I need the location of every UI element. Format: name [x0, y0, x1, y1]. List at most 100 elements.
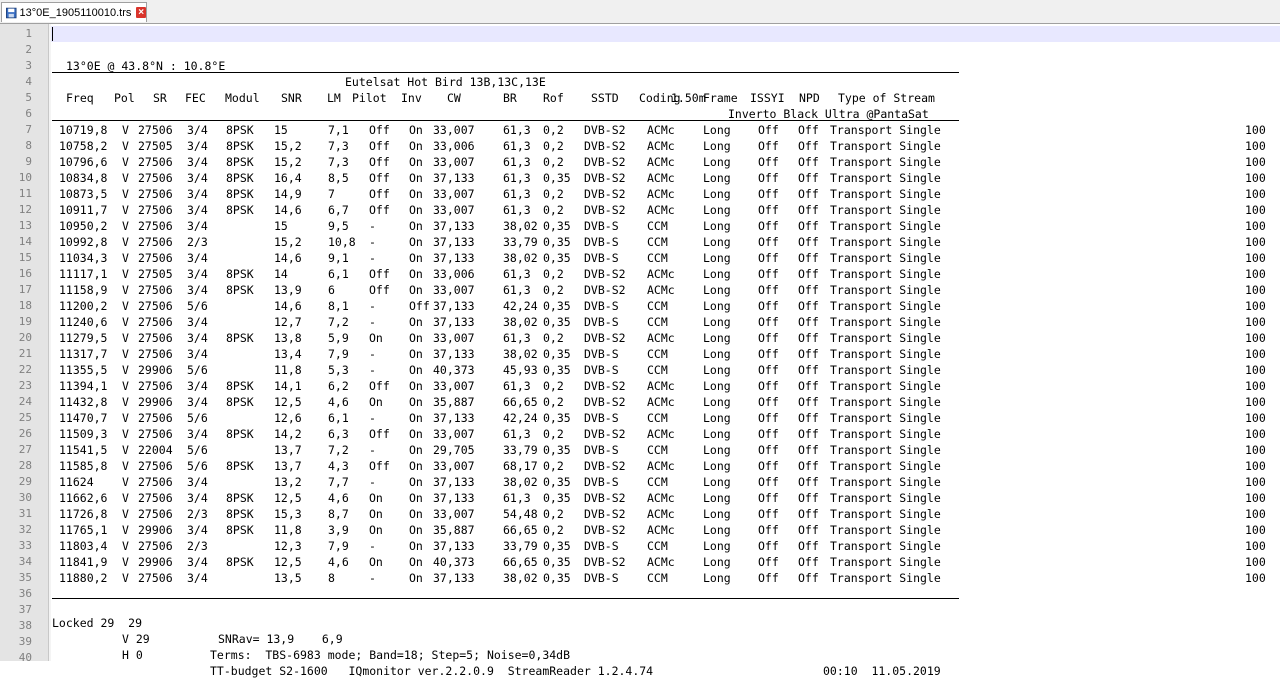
table-cell: Off — [758, 379, 779, 393]
snr-average: SNRav= 13,9 6,9 — [218, 632, 343, 646]
table-cell: Off — [758, 155, 779, 169]
table-cell: V — [122, 171, 129, 185]
table-cell: 33,007 — [433, 283, 475, 297]
table-cell: 0,35 — [543, 363, 571, 377]
table-cell: Transport Single — [830, 427, 941, 441]
table-cell: 42,24 — [503, 411, 538, 425]
table-cell: 8PSK — [226, 171, 254, 185]
table-cell: Long — [703, 347, 731, 361]
table-cell: Transport Single — [830, 443, 941, 457]
table-cell: 37,133 — [433, 235, 475, 249]
table-cell: Transport Single — [830, 331, 941, 345]
table-cell: CCM — [647, 235, 668, 249]
table-cell: 7,7 — [328, 475, 349, 489]
table-cell: 35,887 — [433, 523, 475, 537]
table-cell: 13,9 — [274, 283, 302, 297]
table-cell: 3/4 — [187, 155, 208, 169]
table-cell: 33,007 — [433, 203, 475, 217]
table-cell: 8PSK — [226, 267, 254, 281]
table-cell: 2/3 — [187, 539, 208, 553]
table-cell: 33,79 — [503, 235, 538, 249]
table-cell: On — [409, 331, 423, 345]
table-cell: Off — [758, 123, 779, 137]
table-cell: Off — [758, 315, 779, 329]
document-tab[interactable]: 13°0E_1905110010.trs × — [1, 2, 147, 22]
table-cell: V — [122, 187, 129, 201]
table-cell: 8PSK — [226, 491, 254, 505]
table-cell: 8PSK — [226, 283, 254, 297]
table-cell: On — [409, 475, 423, 489]
table-cell: V — [122, 555, 129, 569]
table-cell: 61,3 — [503, 267, 531, 281]
line-number: 11 — [18, 187, 32, 200]
table-cell: ACMc — [647, 171, 675, 185]
table-cell: On — [369, 491, 383, 505]
table-cell: 33,007 — [433, 507, 475, 521]
table-cell: 37,133 — [433, 347, 475, 361]
table-cell: 61,3 — [503, 491, 531, 505]
close-icon[interactable]: × — [136, 7, 146, 18]
table-cell: 12,3 — [274, 539, 302, 553]
table-cell: 100 — [1245, 571, 1266, 585]
table-cell: Off — [758, 171, 779, 185]
line-number: 13 — [18, 219, 32, 232]
table-cell: Off — [798, 123, 819, 137]
table-cell: 8,7 — [328, 507, 349, 521]
table-cell: 0,2 — [543, 203, 564, 217]
table-cell: V — [122, 219, 129, 233]
table-cell: 10950,2 — [59, 219, 108, 233]
table-cell: Transport Single — [830, 315, 941, 329]
table-cell: 8PSK — [226, 523, 254, 537]
table-cell: Off — [758, 395, 779, 409]
table-cell: 38,02 — [503, 315, 538, 329]
table-cell: 61,3 — [503, 331, 531, 345]
table-cell: V — [122, 203, 129, 217]
table-cell: 27506 — [138, 123, 173, 137]
table-cell: 27505 — [138, 267, 173, 281]
table-cell: On — [409, 219, 423, 233]
table-cell: 100 — [1245, 475, 1266, 489]
text-caret — [52, 27, 53, 41]
table-cell: Off — [798, 427, 819, 441]
table-cell: 100 — [1245, 411, 1266, 425]
line-number: 25 — [18, 411, 32, 424]
table-cell: 13,8 — [274, 331, 302, 345]
table-cell: 100 — [1245, 347, 1266, 361]
table-cell: 12,5 — [274, 395, 302, 409]
table-cell: Transport Single — [830, 411, 941, 425]
table-cell: 3/4 — [187, 203, 208, 217]
editor-area[interactable]: 1 2 3 4 5 6 7 8 9 10 11 12 13 14 15 16 17 18 19 20 21 22 23 24 2… — [0, 24, 1280, 678]
table-cell: DVB-S — [584, 363, 619, 377]
table-cell: 11200,2 — [59, 299, 108, 313]
table-cell: 10758,2 — [59, 139, 108, 153]
table-cell: On — [409, 395, 423, 409]
table-cell: 11585,8 — [59, 459, 108, 473]
table-cell: 11355,5 — [59, 363, 108, 377]
table-cell: ACMc — [647, 507, 675, 521]
table-cell: Off — [798, 411, 819, 425]
table-cell: 42,24 — [503, 299, 538, 313]
line-number: 7 — [25, 123, 32, 136]
line-number: 14 — [18, 235, 32, 248]
table-cell: 0,35 — [543, 251, 571, 265]
table-cell: 5,3 — [328, 363, 349, 377]
divider-under-header — [52, 120, 959, 121]
table-cell: ACMc — [647, 379, 675, 393]
table-cell: 11841,9 — [59, 555, 108, 569]
line-number: 29 — [18, 475, 32, 488]
table-cell: Long — [703, 267, 731, 281]
line-number: 38 — [18, 619, 32, 632]
table-cell: 10873,5 — [59, 187, 108, 201]
table-cell: 11880,2 — [59, 571, 108, 585]
table-cell: On — [409, 251, 423, 265]
column-header: LM — [327, 91, 341, 105]
table-cell: On — [409, 283, 423, 297]
table-cell: Long — [703, 475, 731, 489]
table-cell: 100 — [1245, 395, 1266, 409]
line-number: 23 — [18, 379, 32, 392]
table-cell: ACMc — [647, 123, 675, 137]
table-cell: Off — [758, 331, 779, 345]
table-cell: 8PSK — [226, 427, 254, 441]
table-cell: Off — [798, 203, 819, 217]
table-cell: Long — [703, 139, 731, 153]
